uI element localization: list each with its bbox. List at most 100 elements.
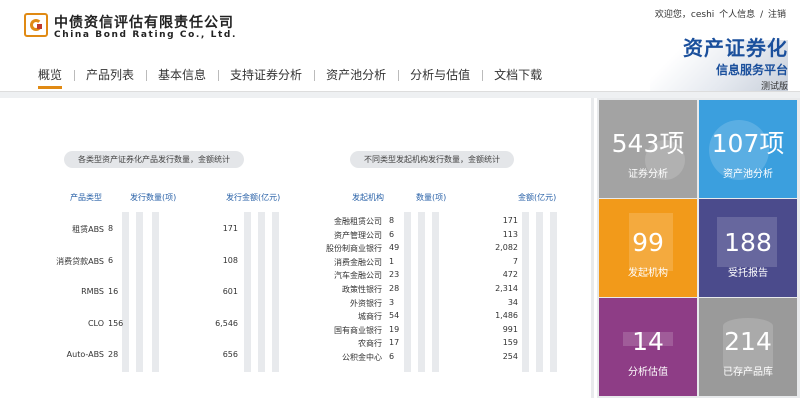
left-col-head-type: 产品类型 xyxy=(70,193,102,202)
row-amount: 113 xyxy=(502,229,518,239)
nav-valuation[interactable]: 分析与估值 xyxy=(398,65,482,89)
tile-label: 已存产品库 xyxy=(723,367,773,378)
tile-valuation[interactable]: 14 分析估值 xyxy=(599,298,697,396)
header: 中债资信评估有限责任公司 China Bond Rating Co., Ltd.… xyxy=(0,0,800,92)
row-label: 公积金中心 xyxy=(342,353,382,362)
right-count-track xyxy=(418,212,425,372)
tile-pool-analysis[interactable]: 107项 资产池分析 xyxy=(699,100,797,198)
row-label: RMBS xyxy=(81,287,104,296)
row-amount: 472 xyxy=(502,270,518,280)
row-amount: 1,486 xyxy=(495,311,518,321)
row-amount: 601 xyxy=(222,287,238,296)
row-label: 股份制商业银行 xyxy=(326,244,382,254)
tile-security-analysis[interactable]: 543项 证券分析 xyxy=(599,100,697,198)
tile-label: 资产池分析 xyxy=(723,169,773,180)
tile-label: 发起机构 xyxy=(628,268,668,279)
row-count: 3 xyxy=(389,297,395,307)
summary-tiles: 543项 证券分析 107项 资产池分析 99 发起机构 188 受托报告 14… xyxy=(597,98,800,398)
right-amount-track xyxy=(550,212,557,372)
row-amount: 171 xyxy=(222,224,238,233)
right-count-track xyxy=(404,212,411,372)
row-amount: 991 xyxy=(502,324,518,334)
row-label: 农商行 xyxy=(358,339,382,349)
user-bar: 欢迎您，ceshi 个人信息 / 注销 xyxy=(653,7,786,20)
nav-product-list[interactable]: 产品列表 xyxy=(74,65,146,89)
left-count-track xyxy=(152,212,159,372)
left-amount-track xyxy=(244,212,251,372)
row-label: 国有商业银行 xyxy=(334,325,382,335)
company-name-cn: 中债资信评估有限责任公司 xyxy=(54,15,234,31)
tile-number: 99 xyxy=(632,228,664,257)
row-count: 6 xyxy=(108,255,114,265)
left-amount-track xyxy=(272,212,279,372)
row-count: 156 xyxy=(108,318,124,328)
row-label: 城商行 xyxy=(358,312,382,322)
platform-brand: 资产证券化 信息服务平台 测试版 xyxy=(650,22,788,92)
left-amount-track xyxy=(258,212,265,372)
row-count: 8 xyxy=(108,224,114,233)
row-amount: 656 xyxy=(222,350,238,359)
row-label: 消费金融公司 xyxy=(334,257,382,267)
tile-number: 214 xyxy=(724,327,772,356)
right-chart-title: 不同类型发起机构发行数量，金额统计 xyxy=(350,151,514,168)
tile-label: 分析估值 xyxy=(628,367,668,378)
welcome-text: 欢迎您，ceshi xyxy=(654,10,715,20)
left-count-track xyxy=(122,212,129,372)
tile-number: 14 xyxy=(632,327,664,356)
row-label: 消费贷款ABS xyxy=(56,256,104,266)
nav-overview[interactable]: 概览 xyxy=(26,65,74,89)
row-amount: 159 xyxy=(502,338,518,348)
tile-product-library[interactable]: 214 已存产品库 xyxy=(699,298,797,396)
row-label: 金融租赁公司 xyxy=(334,217,382,226)
nav-pool-analysis[interactable]: 资产池分析 xyxy=(314,65,398,89)
row-count: 1 xyxy=(389,256,395,266)
tile-number: 188 xyxy=(724,228,772,257)
row-count: 8 xyxy=(389,216,395,225)
row-count: 6 xyxy=(389,229,395,239)
row-count: 17 xyxy=(389,338,400,348)
right-amount-track xyxy=(522,212,529,372)
nav-downloads[interactable]: 文档下载 xyxy=(482,65,554,89)
row-amount: 6,546 xyxy=(215,318,238,328)
brand-title: 资产证券化 xyxy=(683,36,788,60)
brand-subtitle: 信息服务平台 xyxy=(715,63,788,77)
row-label: 汽车金融公司 xyxy=(334,271,382,281)
row-count: 49 xyxy=(389,243,400,253)
left-count-track xyxy=(136,212,143,372)
tile-number: 543项 xyxy=(611,129,685,158)
right-count-track xyxy=(432,212,439,372)
company-name-en: China Bond Rating Co., Ltd. xyxy=(54,30,237,40)
main-nav: 概览 产品列表 基本信息 支持证券分析 资产池分析 分析与估值 文档下载 xyxy=(26,63,554,91)
nav-security-analysis[interactable]: 支持证券分析 xyxy=(218,65,314,89)
row-count: 19 xyxy=(389,324,400,334)
row-label: 资产管理公司 xyxy=(334,230,382,240)
right-col-head-count: 数量(项) xyxy=(416,193,447,202)
row-count: 16 xyxy=(108,287,119,296)
right-amount-track xyxy=(536,212,543,372)
logout-link[interactable]: 注销 xyxy=(768,10,786,20)
nav-basic-info[interactable]: 基本信息 xyxy=(146,65,218,89)
company-logo-icon[interactable] xyxy=(24,13,48,37)
row-label: CLO xyxy=(87,318,104,328)
tile-label: 证券分析 xyxy=(628,169,668,180)
profile-link[interactable]: 个人信息 xyxy=(719,10,755,20)
left-col-head-amount: 发行金额(亿元) xyxy=(226,193,281,202)
left-col-head-count: 发行数量(项) xyxy=(130,193,177,202)
row-amount: 171 xyxy=(502,216,518,225)
row-label: Auto-ABS xyxy=(66,350,104,359)
row-amount: 2,082 xyxy=(495,243,518,253)
tile-trustee-reports[interactable]: 188 受托报告 xyxy=(699,199,797,297)
row-amount: 108 xyxy=(222,255,238,265)
row-amount: 254 xyxy=(502,352,518,361)
row-label: 外资银行 xyxy=(350,298,382,308)
row-amount: 34 xyxy=(507,297,518,307)
row-count: 28 xyxy=(108,350,119,359)
row-amount: 2,314 xyxy=(495,284,518,293)
row-count: 28 xyxy=(389,284,400,293)
row-count: 6 xyxy=(389,352,395,361)
tile-issuers[interactable]: 99 发起机构 xyxy=(599,199,697,297)
tile-label: 受托报告 xyxy=(728,268,768,279)
user-bar-separator: / xyxy=(760,10,764,20)
row-count: 54 xyxy=(389,311,400,321)
row-amount: 7 xyxy=(512,256,518,266)
